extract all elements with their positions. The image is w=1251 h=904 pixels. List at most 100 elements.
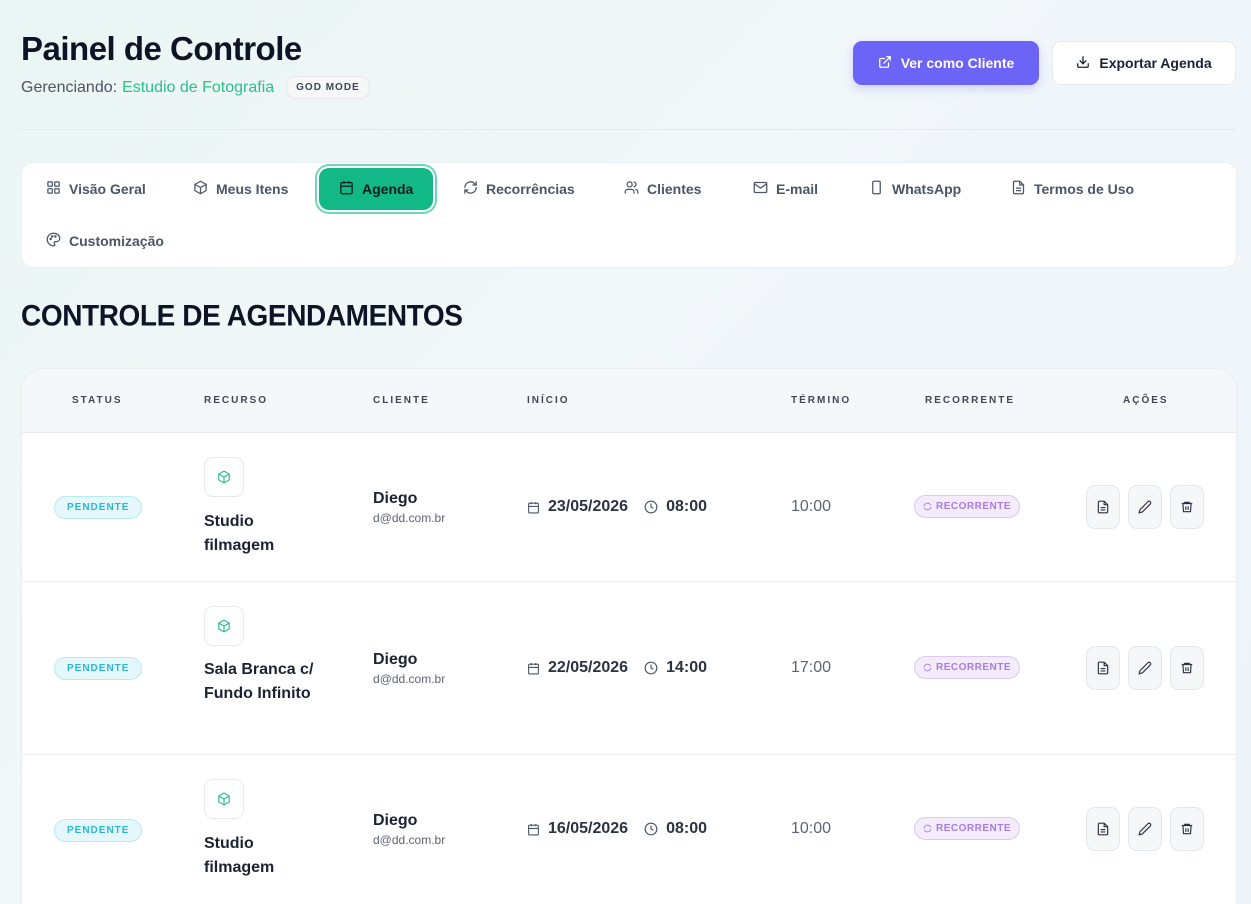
start-date: 22/05/2026 bbox=[548, 659, 629, 676]
client-email: d@dd.com.br bbox=[373, 672, 446, 686]
recurring-badge: RECORRENTE bbox=[914, 656, 1021, 679]
start-datetime: 22/05/2026 14:00 bbox=[527, 659, 707, 677]
clock-icon bbox=[644, 500, 658, 514]
recurring-badge: RECORRENTE bbox=[914, 817, 1021, 840]
client-email: d@dd.com.br bbox=[373, 511, 446, 525]
edit-button[interactable] bbox=[1128, 485, 1162, 529]
studio-name: Estudio de Fotografia bbox=[122, 78, 275, 96]
edit-button[interactable] bbox=[1128, 646, 1162, 690]
view-details-button[interactable] bbox=[1086, 485, 1120, 529]
tab-label: Agenda bbox=[362, 181, 414, 197]
page-title: Painel de Controle bbox=[21, 30, 302, 67]
tab-label: WhatsApp bbox=[892, 181, 962, 197]
tab-whatsapp[interactable]: WhatsApp bbox=[869, 168, 961, 210]
pencil-icon bbox=[1138, 661, 1152, 675]
calendar-icon bbox=[528, 823, 539, 835]
export-schedule-button[interactable]: Exportar Agenda bbox=[1052, 41, 1236, 85]
tab-schedule[interactable]: Agenda bbox=[319, 168, 434, 210]
palette-icon bbox=[46, 232, 61, 250]
tab-label: Visão Geral bbox=[69, 181, 146, 197]
trash-icon bbox=[1181, 662, 1193, 674]
start-datetime: 16/05/2026 08:00 bbox=[527, 820, 707, 838]
tab-label: E-mail bbox=[776, 181, 819, 197]
external-link-icon bbox=[878, 55, 892, 72]
status-badge: PENDENTE bbox=[54, 819, 143, 842]
tab-clients[interactable]: Clientes bbox=[624, 168, 701, 210]
status-badge: PENDENTE bbox=[54, 496, 143, 519]
subtitle: Gerenciando: Estudio de Fotografia GOD M… bbox=[21, 76, 370, 99]
delete-button[interactable] bbox=[1170, 485, 1204, 529]
view-details-button[interactable] bbox=[1086, 807, 1120, 851]
box-icon bbox=[193, 180, 208, 198]
view-as-client-label: Ver como Cliente bbox=[900, 55, 1015, 71]
refresh-icon bbox=[923, 663, 932, 672]
table-row: PENDENTE Sala Branca c/ Fundo Infinito D… bbox=[22, 582, 1236, 755]
recurring-badge: RECORRENTE bbox=[914, 495, 1021, 518]
col-resource: RECURSO bbox=[204, 395, 269, 406]
download-icon bbox=[1076, 55, 1090, 72]
start-datetime: 23/05/2026 08:00 bbox=[527, 498, 707, 516]
document-icon bbox=[1097, 500, 1109, 514]
resource-name: Studio filmagem bbox=[204, 835, 275, 876]
phone-icon bbox=[869, 180, 884, 198]
clock-icon bbox=[644, 822, 658, 836]
start-time: 08:00 bbox=[666, 820, 707, 837]
col-recurring: RECORRENTE bbox=[925, 395, 1016, 406]
export-schedule-label: Exportar Agenda bbox=[1099, 55, 1212, 71]
tab-terms[interactable]: Termos de Uso bbox=[1011, 168, 1134, 210]
client-name: Diego bbox=[373, 651, 418, 668]
resource-name: Studio filmagem bbox=[204, 513, 275, 554]
edit-button[interactable] bbox=[1128, 807, 1162, 851]
document-icon bbox=[1097, 661, 1109, 675]
col-client: CLIENTE bbox=[373, 395, 430, 406]
col-status: STATUS bbox=[72, 395, 123, 406]
delete-button[interactable] bbox=[1170, 807, 1204, 851]
cube-icon bbox=[204, 606, 244, 646]
bookings-table: STATUS RECURSO CLIENTE INÍCIO TÉRMINO RE… bbox=[21, 368, 1237, 904]
mode-badge: GOD MODE bbox=[286, 76, 370, 99]
recurring-label: RECORRENTE bbox=[936, 501, 1012, 512]
client-email: d@dd.com.br bbox=[373, 833, 446, 847]
pencil-icon bbox=[1138, 500, 1152, 514]
section-title: CONTROLE DE AGENDAMENTOS bbox=[21, 299, 463, 332]
tab-overview[interactable]: Visão Geral bbox=[46, 168, 146, 210]
start-date: 23/05/2026 bbox=[548, 498, 629, 515]
header-divider bbox=[21, 129, 1236, 130]
col-actions: AÇÕES bbox=[1123, 395, 1169, 406]
clock-icon bbox=[644, 661, 658, 675]
refresh-icon bbox=[463, 180, 478, 198]
client-name: Diego bbox=[373, 490, 418, 507]
table-header: STATUS RECURSO CLIENTE INÍCIO TÉRMINO RE… bbox=[22, 369, 1236, 433]
tab-recurrences[interactable]: Recorrências bbox=[463, 168, 575, 210]
view-as-client-button[interactable]: Ver como Cliente bbox=[853, 41, 1039, 85]
tab-customization[interactable]: Customização bbox=[46, 220, 164, 262]
grid-icon bbox=[46, 180, 61, 198]
tab-label: Termos de Uso bbox=[1034, 181, 1135, 197]
calendar-icon bbox=[528, 662, 539, 674]
resource-name: Sala Branca c/ Fundo Infinito bbox=[204, 661, 314, 702]
recurring-label: RECORRENTE bbox=[936, 662, 1012, 673]
header: Painel de Controle Gerenciando: Estudio … bbox=[21, 30, 370, 99]
end-time: 10:00 bbox=[791, 498, 832, 515]
header-actions: Ver como Cliente Exportar Agenda bbox=[853, 41, 1236, 85]
end-time: 10:00 bbox=[791, 820, 832, 837]
cube-icon bbox=[204, 457, 244, 497]
col-start: INÍCIO bbox=[527, 395, 570, 406]
trash-icon bbox=[1181, 823, 1193, 835]
delete-button[interactable] bbox=[1170, 646, 1204, 690]
start-date: 16/05/2026 bbox=[548, 820, 629, 837]
managing-label: Gerenciando: bbox=[21, 78, 118, 96]
tab-label: Recorrências bbox=[486, 181, 575, 197]
mail-icon bbox=[753, 180, 768, 198]
view-details-button[interactable] bbox=[1086, 646, 1120, 690]
tab-my-items[interactable]: Meus Itens bbox=[193, 168, 288, 210]
pencil-icon bbox=[1138, 822, 1152, 836]
document-icon bbox=[1097, 822, 1109, 836]
calendar-icon bbox=[339, 180, 354, 198]
tab-email[interactable]: E-mail bbox=[753, 168, 818, 210]
document-icon bbox=[1011, 180, 1026, 198]
users-icon bbox=[624, 180, 639, 198]
start-time: 08:00 bbox=[666, 498, 707, 515]
refresh-icon bbox=[923, 824, 932, 833]
status-badge: PENDENTE bbox=[54, 657, 143, 680]
